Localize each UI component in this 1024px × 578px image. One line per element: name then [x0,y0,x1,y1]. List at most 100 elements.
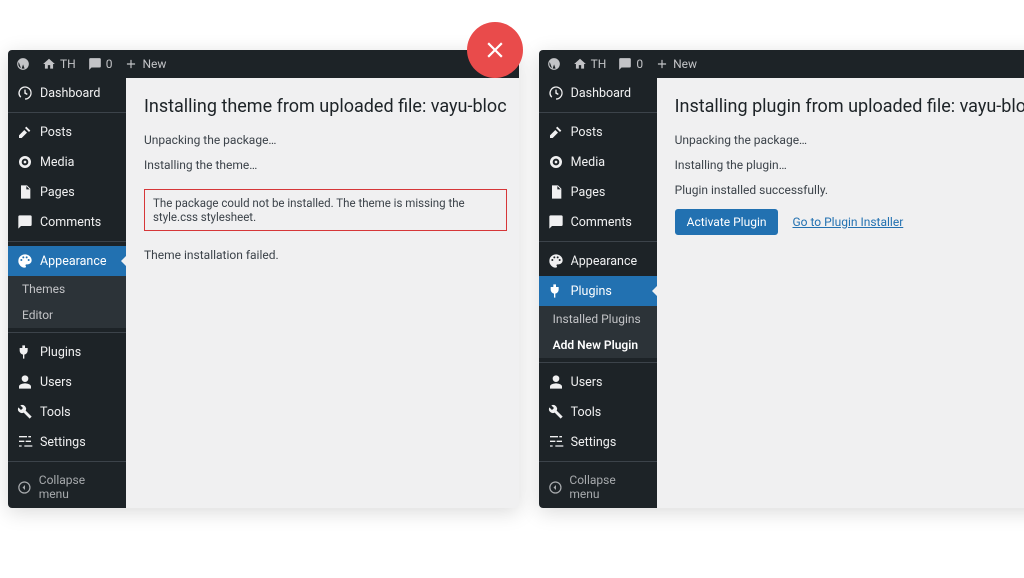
sidebar-item-appearance[interactable]: Appearance [8,246,126,276]
wp-logo-icon[interactable] [16,57,30,71]
comments-link[interactable]: 0 [618,57,643,71]
submenu-themes[interactable]: Themes [8,276,126,302]
plugins-icon [17,344,33,360]
admin-sidebar: Dashboard Posts Media Pages Comments App… [8,78,126,508]
posts-icon [548,124,564,140]
sidebar-item-pages[interactable]: Pages [8,177,126,207]
sidebar-item-dashboard[interactable]: Dashboard [539,78,657,108]
new-link[interactable]: New [124,57,166,71]
sidebar-label: Pages [571,185,606,200]
appearance-icon [548,253,564,269]
site-link[interactable]: TH [42,57,76,71]
sidebar-item-pages[interactable]: Pages [539,177,657,207]
posts-icon [17,124,33,140]
plus-icon [124,57,138,71]
sidebar-label: Comments [40,215,101,230]
comments-icon [548,214,564,230]
sidebar-item-users[interactable]: Users [539,367,657,397]
sidebar-item-media[interactable]: Media [539,147,657,177]
collapse-label: Collapse menu [39,473,117,501]
sidebar-label: Users [40,375,72,390]
sidebar-label: Tools [40,405,71,420]
sidebar-item-users[interactable]: Users [8,367,126,397]
action-row: Activate Plugin Go to Plugin Installer [675,209,1024,235]
wp-admin-panel-right: TH 0 New Dashboard Posts Media Pages Com… [539,50,1024,508]
comments-icon [17,214,33,230]
main-content: Installing plugin from uploaded file: va… [657,78,1024,508]
sidebar-item-comments[interactable]: Comments [8,207,126,237]
sidebar-item-appearance[interactable]: Appearance [539,246,657,276]
tools-icon [17,404,33,420]
error-message: The package could not be installed. The … [144,189,507,231]
users-icon [17,374,33,390]
media-icon [548,154,564,170]
sidebar-label: Plugins [40,345,81,360]
new-link[interactable]: New [655,57,697,71]
collapse-label: Collapse menu [569,473,647,501]
sidebar-item-settings[interactable]: Settings [8,427,126,457]
sidebar-label: Users [571,375,603,390]
appearance-icon [17,253,33,269]
tools-icon [548,404,564,420]
sidebar-label: Posts [40,125,72,140]
status-installing: Installing the plugin… [675,158,1024,172]
sidebar-item-posts[interactable]: Posts [539,117,657,147]
home-icon [42,57,56,71]
settings-icon [17,434,33,450]
status-unpacking: Unpacking the package… [144,133,507,147]
main-content: Installing theme from uploaded file: vay… [126,78,519,508]
status-success: Plugin installed successfully. [675,183,1024,197]
sidebar-label: Posts [571,125,603,140]
sidebar-item-plugins[interactable]: Plugins [8,337,126,367]
dashboard-icon [548,85,564,101]
collapse-icon [548,480,563,495]
media-icon [17,154,33,170]
sidebar-label: Settings [40,435,86,450]
collapse-menu[interactable]: Collapse menu [539,466,657,508]
sidebar-label: Pages [40,185,75,200]
submenu-add-new-plugin[interactable]: Add New Plugin [539,332,657,358]
wp-logo-icon[interactable] [547,57,561,71]
sidebar-item-tools[interactable]: Tools [539,397,657,427]
pages-icon [548,184,564,200]
users-icon [548,374,564,390]
sidebar-label: Media [40,155,74,170]
sidebar-item-settings[interactable]: Settings [539,427,657,457]
sidebar-item-posts[interactable]: Posts [8,117,126,147]
appearance-submenu: Themes Editor [8,276,126,328]
comments-link[interactable]: 0 [88,57,113,71]
sidebar-label: Comments [571,215,632,230]
collapse-menu[interactable]: Collapse menu [8,466,126,508]
submenu-installed-plugins[interactable]: Installed Plugins [539,306,657,332]
wp-admin-panel-left: TH 0 New Dashboard Posts Media Pages Com… [8,50,519,508]
site-link[interactable]: TH [573,57,607,71]
sidebar-label: Settings [571,435,617,450]
sidebar-item-plugins[interactable]: Plugins [539,276,657,306]
sidebar-label: Plugins [571,284,612,299]
home-icon [573,57,587,71]
sidebar-label: Appearance [571,254,638,269]
sidebar-label: Media [571,155,605,170]
plugins-icon [548,283,564,299]
admin-toolbar: TH 0 New [8,50,519,78]
sidebar-item-dashboard[interactable]: Dashboard [8,78,126,108]
settings-icon [548,434,564,450]
sidebar-item-media[interactable]: Media [8,147,126,177]
status-unpacking: Unpacking the package… [675,133,1024,147]
status-failed: Theme installation failed. [144,248,507,262]
page-title: Installing theme from uploaded file: vay… [144,96,507,117]
dashboard-icon [17,85,33,101]
submenu-editor[interactable]: Editor [8,302,126,328]
page-title: Installing plugin from uploaded file: va… [675,96,1024,117]
sidebar-label: Tools [571,405,602,420]
admin-toolbar: TH 0 New [539,50,1024,78]
plugins-submenu: Installed Plugins Add New Plugin [539,306,657,358]
collapse-icon [17,480,32,495]
go-to-plugin-installer-link[interactable]: Go to Plugin Installer [792,215,903,229]
status-badge-error [467,22,523,78]
sidebar-item-tools[interactable]: Tools [8,397,126,427]
sidebar-label: Dashboard [40,86,100,101]
x-icon [482,37,508,63]
sidebar-item-comments[interactable]: Comments [539,207,657,237]
activate-plugin-button[interactable]: Activate Plugin [675,209,779,235]
